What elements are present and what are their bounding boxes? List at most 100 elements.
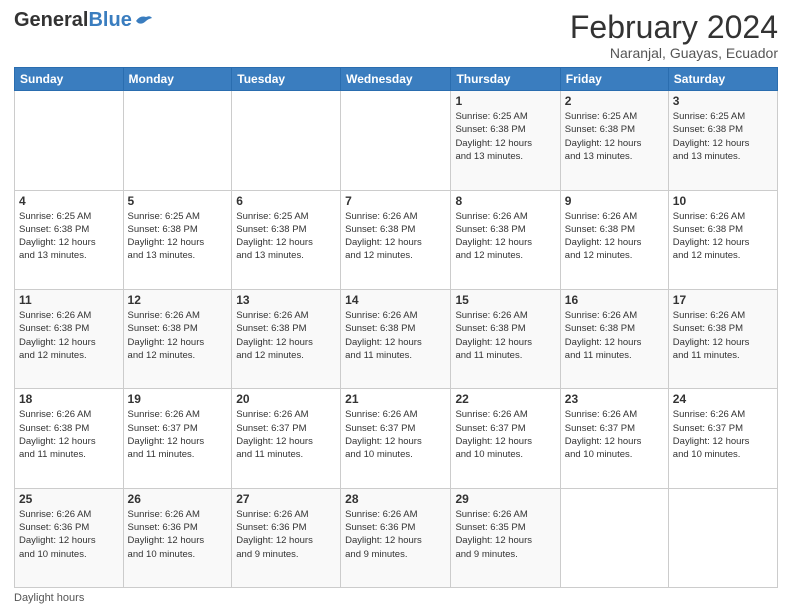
day-info: Sunrise: 6:26 AMSunset: 6:38 PMDaylight:… — [673, 309, 773, 362]
day-info: Sunrise: 6:25 AMSunset: 6:38 PMDaylight:… — [673, 110, 773, 163]
day-number: 19 — [128, 392, 228, 406]
day-number: 29 — [455, 492, 555, 506]
day-info: Sunrise: 6:26 AMSunset: 6:38 PMDaylight:… — [565, 309, 664, 362]
day-of-week-header: Monday — [123, 68, 232, 91]
day-number: 10 — [673, 194, 773, 208]
calendar-cell: 7 Sunrise: 6:26 AMSunset: 6:38 PMDaylight… — [341, 190, 451, 289]
day-info: Sunrise: 6:26 AMSunset: 6:37 PMDaylight:… — [345, 408, 446, 461]
calendar-cell: 9Sunrise: 6:26 AMSunset: 6:38 PMDaylight… — [560, 190, 668, 289]
day-info: Sunrise: 6:25 AMSunset: 6:38 PMDaylight:… — [19, 210, 119, 263]
day-info: Sunrise: 6:26 AMSunset: 6:38 PMDaylight:… — [128, 309, 228, 362]
calendar-cell: 14Sunrise: 6:26 AMSunset: 6:38 PMDayligh… — [341, 289, 451, 388]
day-info: Sunrise: 6:26 AMSunset: 6:38 PMDaylight:… — [19, 408, 119, 461]
day-info: Sunrise: 6:25 AMSunset: 6:38 PMDaylight:… — [236, 210, 336, 263]
calendar-header-row: SundayMondayTuesdayWednesdayThursdayFrid… — [15, 68, 778, 91]
day-number: 21 — [345, 392, 446, 406]
calendar-cell: 12 Sunrise: 6:26 AMSunset: 6:38 PMDayligh… — [123, 289, 232, 388]
calendar-cell: 4 Sunrise: 6:25 AMSunset: 6:38 PMDaylight… — [15, 190, 124, 289]
calendar-cell — [668, 488, 777, 587]
day-number: 8 — [455, 194, 555, 208]
calendar-cell: 26Sunrise: 6:26 AMSunset: 6:36 PMDayligh… — [123, 488, 232, 587]
footer-label: Daylight hours — [14, 592, 84, 604]
calendar-cell: 29 Sunrise: 6:26 AMSunset: 6:35 PMDayligh… — [451, 488, 560, 587]
day-info: Sunrise: 6:26 AMSunset: 6:36 PMDaylight:… — [19, 508, 119, 561]
day-number: 18 — [19, 392, 119, 406]
calendar-cell: 11Sunrise: 6:26 AMSunset: 6:38 PMDayligh… — [15, 289, 124, 388]
calendar-cell: 22 Sunrise: 6:26 AMSunset: 6:37 PMDayligh… — [451, 389, 560, 488]
day-of-week-header: Thursday — [451, 68, 560, 91]
day-info: Sunrise: 6:26 AMSunset: 6:37 PMDaylight:… — [128, 408, 228, 461]
day-info: Sunrise: 6:26 AMSunset: 6:38 PMDaylight:… — [236, 309, 336, 362]
day-number: 25 — [19, 492, 119, 506]
day-info: Sunrise: 6:26 AMSunset: 6:36 PMDaylight:… — [345, 508, 446, 561]
day-info: Sunrise: 6:25 AMSunset: 6:38 PMDaylight:… — [565, 110, 664, 163]
day-number: 1 — [455, 94, 555, 108]
day-of-week-header: Sunday — [15, 68, 124, 91]
calendar-cell: 2 Sunrise: 6:25 AMSunset: 6:38 PMDaylight… — [560, 91, 668, 190]
day-number: 23 — [565, 392, 664, 406]
day-number: 2 — [565, 94, 664, 108]
day-info: Sunrise: 6:26 AMSunset: 6:37 PMDaylight:… — [673, 408, 773, 461]
day-of-week-header: Tuesday — [232, 68, 341, 91]
day-info: Sunrise: 6:26 AMSunset: 6:35 PMDaylight:… — [455, 508, 555, 561]
calendar-cell: 17 Sunrise: 6:26 AMSunset: 6:38 PMDayligh… — [668, 289, 777, 388]
day-number: 13 — [236, 293, 336, 307]
calendar-cell: 3 Sunrise: 6:25 AMSunset: 6:38 PMDaylight… — [668, 91, 777, 190]
calendar-cell: 24 Sunrise: 6:26 AMSunset: 6:37 PMDayligh… — [668, 389, 777, 488]
day-info: Sunrise: 6:26 AMSunset: 6:36 PMDaylight:… — [236, 508, 336, 561]
calendar-cell: 5Sunrise: 6:25 AMSunset: 6:38 PMDaylight… — [123, 190, 232, 289]
footer: Daylight hours — [14, 592, 778, 604]
day-of-week-header: Friday — [560, 68, 668, 91]
calendar-cell — [560, 488, 668, 587]
title-block: February 2024 Naranjal, Guayas, Ecuador — [570, 10, 778, 61]
day-number: 9 — [565, 194, 664, 208]
day-info: Sunrise: 6:26 AMSunset: 6:38 PMDaylight:… — [455, 210, 555, 263]
day-info: Sunrise: 6:26 AMSunset: 6:38 PMDaylight:… — [19, 309, 119, 362]
calendar-cell: 8 Sunrise: 6:26 AMSunset: 6:38 PMDaylight… — [451, 190, 560, 289]
calendar-cell — [123, 91, 232, 190]
calendar-cell: 20 Sunrise: 6:26 AMSunset: 6:37 PMDayligh… — [232, 389, 341, 488]
calendar-cell: 18 Sunrise: 6:26 AMSunset: 6:38 PMDayligh… — [15, 389, 124, 488]
calendar-table: SundayMondayTuesdayWednesdayThursdayFrid… — [14, 67, 778, 588]
calendar-week-row: 11Sunrise: 6:26 AMSunset: 6:38 PMDayligh… — [15, 289, 778, 388]
day-number: 22 — [455, 392, 555, 406]
day-number: 24 — [673, 392, 773, 406]
day-number: 27 — [236, 492, 336, 506]
day-info: Sunrise: 6:26 AMSunset: 6:37 PMDaylight:… — [455, 408, 555, 461]
day-number: 12 — [128, 293, 228, 307]
calendar-cell — [232, 91, 341, 190]
calendar-cell: 27 Sunrise: 6:26 AMSunset: 6:36 PMDayligh… — [232, 488, 341, 587]
page: GeneralBlue February 2024 Naranjal, Guay… — [0, 0, 792, 612]
logo: GeneralBlue — [14, 10, 154, 30]
day-number: 14 — [345, 293, 446, 307]
logo-bird-icon — [134, 13, 154, 27]
location-subtitle: Naranjal, Guayas, Ecuador — [570, 45, 778, 61]
day-number: 20 — [236, 392, 336, 406]
day-number: 7 — [345, 194, 446, 208]
calendar-week-row: 25 Sunrise: 6:26 AMSunset: 6:36 PMDayligh… — [15, 488, 778, 587]
calendar-week-row: 1 Sunrise: 6:25 AMSunset: 6:38 PMDaylight… — [15, 91, 778, 190]
logo-text: GeneralBlue — [14, 10, 132, 30]
day-info: Sunrise: 6:26 AMSunset: 6:37 PMDaylight:… — [565, 408, 664, 461]
day-of-week-header: Wednesday — [341, 68, 451, 91]
calendar-cell: 6Sunrise: 6:25 AMSunset: 6:38 PMDaylight… — [232, 190, 341, 289]
day-number: 17 — [673, 293, 773, 307]
calendar-cell: 16 Sunrise: 6:26 AMSunset: 6:38 PMDayligh… — [560, 289, 668, 388]
calendar-week-row: 18 Sunrise: 6:26 AMSunset: 6:38 PMDayligh… — [15, 389, 778, 488]
calendar-cell: 28 Sunrise: 6:26 AMSunset: 6:36 PMDayligh… — [341, 488, 451, 587]
calendar-cell: 13 Sunrise: 6:26 AMSunset: 6:38 PMDayligh… — [232, 289, 341, 388]
day-number: 26 — [128, 492, 228, 506]
month-title: February 2024 — [570, 10, 778, 45]
day-number: 4 — [19, 194, 119, 208]
day-number: 28 — [345, 492, 446, 506]
calendar-cell: 23 Sunrise: 6:26 AMSunset: 6:37 PMDayligh… — [560, 389, 668, 488]
day-of-week-header: Saturday — [668, 68, 777, 91]
calendar-cell — [15, 91, 124, 190]
day-number: 3 — [673, 94, 773, 108]
day-info: Sunrise: 6:26 AMSunset: 6:38 PMDaylight:… — [345, 210, 446, 263]
day-number: 15 — [455, 293, 555, 307]
calendar-cell: 21 Sunrise: 6:26 AMSunset: 6:37 PMDayligh… — [341, 389, 451, 488]
day-info: Sunrise: 6:26 AMSunset: 6:37 PMDaylight:… — [236, 408, 336, 461]
day-info: Sunrise: 6:26 AMSunset: 6:38 PMDaylight:… — [455, 309, 555, 362]
day-number: 16 — [565, 293, 664, 307]
